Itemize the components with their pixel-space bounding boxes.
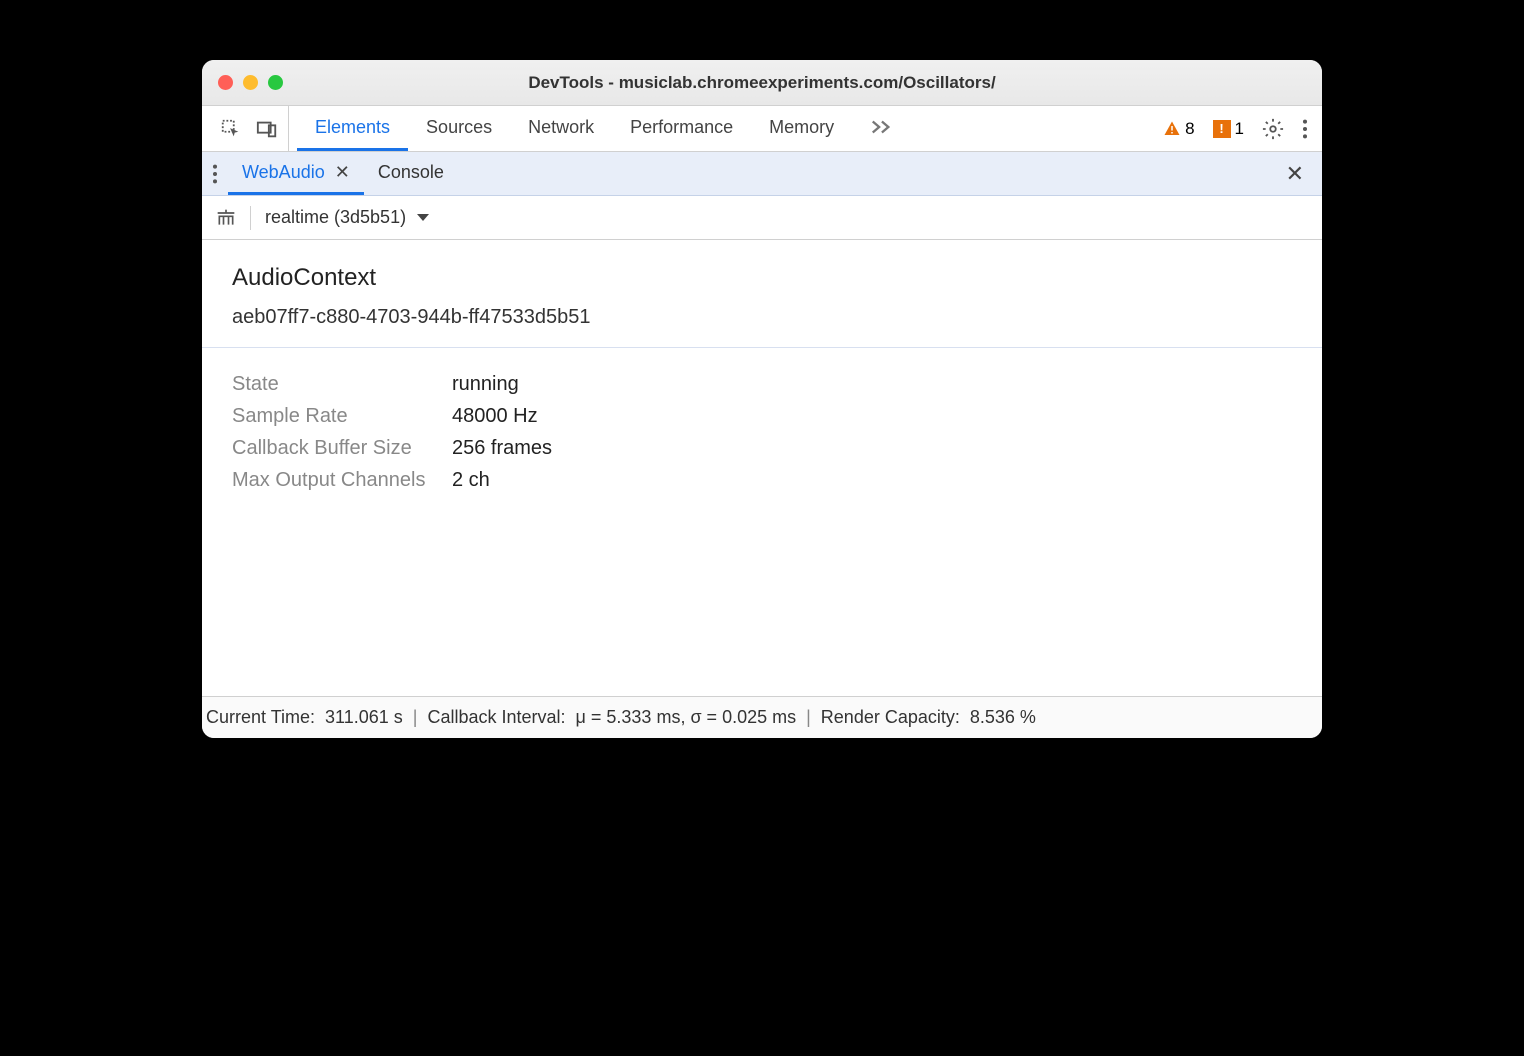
prop-value: 2 ch [452,464,490,496]
inspect-element-icon[interactable] [220,118,242,140]
devtools-window: DevTools - musiclab.chromeexperiments.co… [202,60,1322,738]
minimize-button[interactable] [243,75,258,90]
divider [250,206,251,230]
status-current-time-value: 311.061 s [325,707,403,728]
main-toolbar: Elements Sources Network Performance Mem… [202,106,1322,152]
garbage-collect-icon[interactable] [216,207,236,229]
prop-label: Max Output Channels [232,464,452,496]
context-bar: realtime (3d5b51) [202,196,1322,240]
prop-row: Callback Buffer Size 256 frames [232,432,1292,464]
error-count: 1 [1235,119,1244,139]
status-callback-label: Callback Interval: [427,707,565,728]
context-selector[interactable]: realtime (3d5b51) [265,207,430,228]
drawer-tab-label: Console [378,162,444,183]
tab-label: Network [528,117,594,138]
close-drawer-icon[interactable]: ✕ [1278,161,1312,187]
drawer-tab-label: WebAudio [242,162,325,183]
status-separator: | [806,707,811,728]
prop-label: State [232,368,452,400]
error-badge[interactable]: ! 1 [1213,119,1244,139]
more-menu-icon[interactable] [1302,118,1308,140]
tab-label: Elements [315,117,390,138]
maximize-button[interactable] [268,75,283,90]
main-tabs: Elements Sources Network Performance Mem… [297,106,910,151]
status-separator: | [413,707,418,728]
prop-row: Sample Rate 48000 Hz [232,400,1292,432]
more-tabs-button[interactable] [852,106,910,151]
tab-network[interactable]: Network [510,106,612,151]
prop-row: Max Output Channels 2 ch [232,464,1292,496]
drawer-toolbar: WebAudio ✕ Console ✕ [202,152,1322,196]
statusbar: Current Time: 311.061 s | Callback Inter… [202,696,1322,738]
tab-memory[interactable]: Memory [751,106,852,151]
drawer-tabs: WebAudio ✕ Console [228,152,458,195]
context-title: AudioContext [232,264,1292,292]
close-tab-icon[interactable]: ✕ [335,162,350,183]
warning-badge[interactable]: 8 [1163,119,1194,139]
tab-sources[interactable]: Sources [408,106,510,151]
warning-icon [1163,120,1181,138]
warning-count: 8 [1185,119,1194,139]
context-header: AudioContext aeb07ff7-c880-4703-944b-ff4… [202,240,1322,348]
context-selector-label: realtime (3d5b51) [265,207,406,228]
status-current-time-label: Current Time: [206,707,315,728]
context-guid: aeb07ff7-c880-4703-944b-ff47533d5b51 [232,306,1292,329]
toolbar-left-icons [210,106,289,151]
status-render-value: 8.536 % [970,707,1036,728]
prop-label: Callback Buffer Size [232,432,452,464]
tab-label: Performance [630,117,733,138]
status-callback-value: μ = 5.333 ms, σ = 0.025 ms [576,707,797,728]
error-icon: ! [1213,120,1231,138]
prop-label: Sample Rate [232,400,452,432]
tab-label: Sources [426,117,492,138]
tab-elements[interactable]: Elements [297,106,408,151]
prop-value: 256 frames [452,432,552,464]
toolbar-right: 8 ! 1 [1163,118,1314,140]
status-render-label: Render Capacity: [821,707,960,728]
chevron-down-icon [416,213,430,223]
drawer-menu-icon[interactable] [212,163,218,185]
window-controls [218,75,283,90]
chevron-double-right-icon [870,119,892,135]
close-button[interactable] [218,75,233,90]
titlebar: DevTools - musiclab.chromeexperiments.co… [202,60,1322,106]
settings-icon[interactable] [1262,118,1284,140]
tab-performance[interactable]: Performance [612,106,751,151]
drawer-tab-webaudio[interactable]: WebAudio ✕ [228,152,364,195]
tab-label: Memory [769,117,834,138]
context-properties: State running Sample Rate 48000 Hz Callb… [202,348,1322,696]
device-toggle-icon[interactable] [256,118,278,140]
prop-value: 48000 Hz [452,400,538,432]
prop-row: State running [232,368,1292,400]
drawer-tab-console[interactable]: Console [364,152,458,195]
prop-value: running [452,368,519,400]
window-title: DevTools - musiclab.chromeexperiments.co… [202,73,1322,93]
